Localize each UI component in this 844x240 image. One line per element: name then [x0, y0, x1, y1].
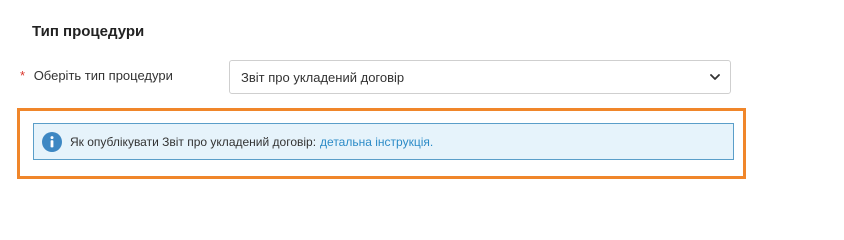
info-notice-text: Як опублікувати Звіт про укладений догов… — [70, 134, 317, 149]
procedure-type-label: * Оберіть тип процедури — [20, 67, 173, 85]
required-mark: * — [20, 68, 26, 83]
procedure-type-selected-value: Звіт про укладений договір — [241, 69, 405, 85]
procedure-type-select[interactable]: Звіт про укладений договір — [229, 60, 731, 94]
info-icon — [42, 131, 62, 152]
chevron-down-icon — [710, 73, 720, 81]
procedure-type-label-text: Оберіть тип процедури — [33, 68, 173, 83]
info-notice: Як опублікувати Звіт про укладений догов… — [33, 123, 734, 160]
instruction-link[interactable]: детальна інструкція. — [320, 135, 433, 149]
section-title: Тип процедури — [32, 23, 145, 40]
